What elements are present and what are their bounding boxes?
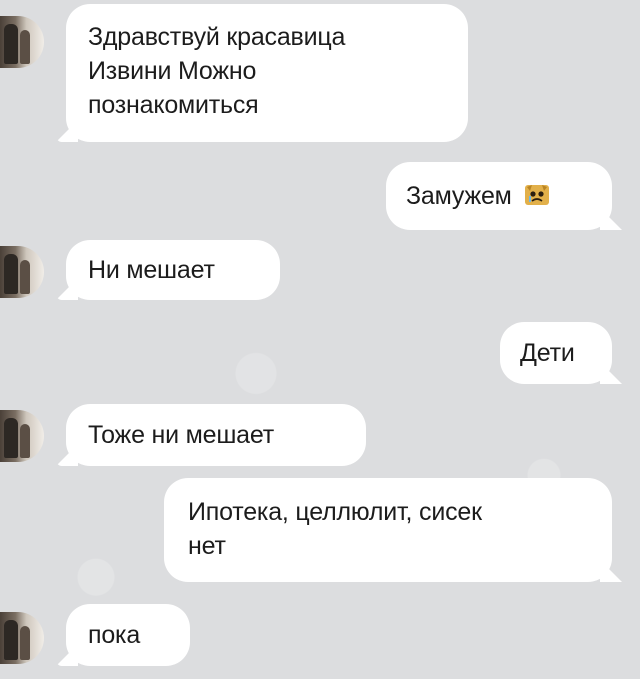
message-line: познакомиться (88, 91, 259, 119)
message-text: Дети (520, 339, 575, 367)
outgoing-message-2[interactable]: Дети (500, 322, 612, 384)
message-line: Здравствуй красавица (88, 23, 346, 51)
crying-cat-emoji-icon (525, 185, 550, 205)
avatar[interactable] (0, 16, 44, 68)
message-text: пока (88, 621, 141, 649)
incoming-message-3[interactable]: Тоже ни мешает (66, 404, 366, 466)
avatar-figure-secondary (20, 626, 30, 660)
avatar-figure-secondary (20, 424, 30, 458)
avatar[interactable] (0, 246, 44, 298)
message-text: Ни мешает (88, 256, 215, 284)
message-line: Ипотека, целлюлит, сисек (188, 498, 482, 526)
avatar-figure-secondary (20, 30, 30, 64)
incoming-message-1[interactable]: Здравствуй красавица Извини Можно познак… (66, 4, 468, 142)
chat-area: Здравствуй красавица Извини Можно познак… (0, 0, 640, 679)
avatar-figure (4, 24, 18, 64)
avatar-figure-secondary (20, 260, 30, 294)
outgoing-message-3[interactable]: Ипотека, целлюлит, сисек нет (164, 478, 612, 582)
outgoing-message-1[interactable]: Замужем (386, 162, 612, 230)
incoming-message-4[interactable]: пока (66, 604, 190, 666)
avatar-figure (4, 620, 18, 660)
avatar-figure (4, 418, 18, 458)
message-text: Тоже ни мешает (88, 421, 275, 449)
avatar[interactable] (0, 612, 44, 664)
message-line: Извини Можно (88, 57, 257, 85)
message-line: нет (188, 532, 226, 560)
avatar-figure (4, 254, 18, 294)
incoming-message-2[interactable]: Ни мешает (66, 240, 280, 300)
avatar[interactable] (0, 410, 44, 462)
message-text: Замужем (406, 182, 512, 210)
